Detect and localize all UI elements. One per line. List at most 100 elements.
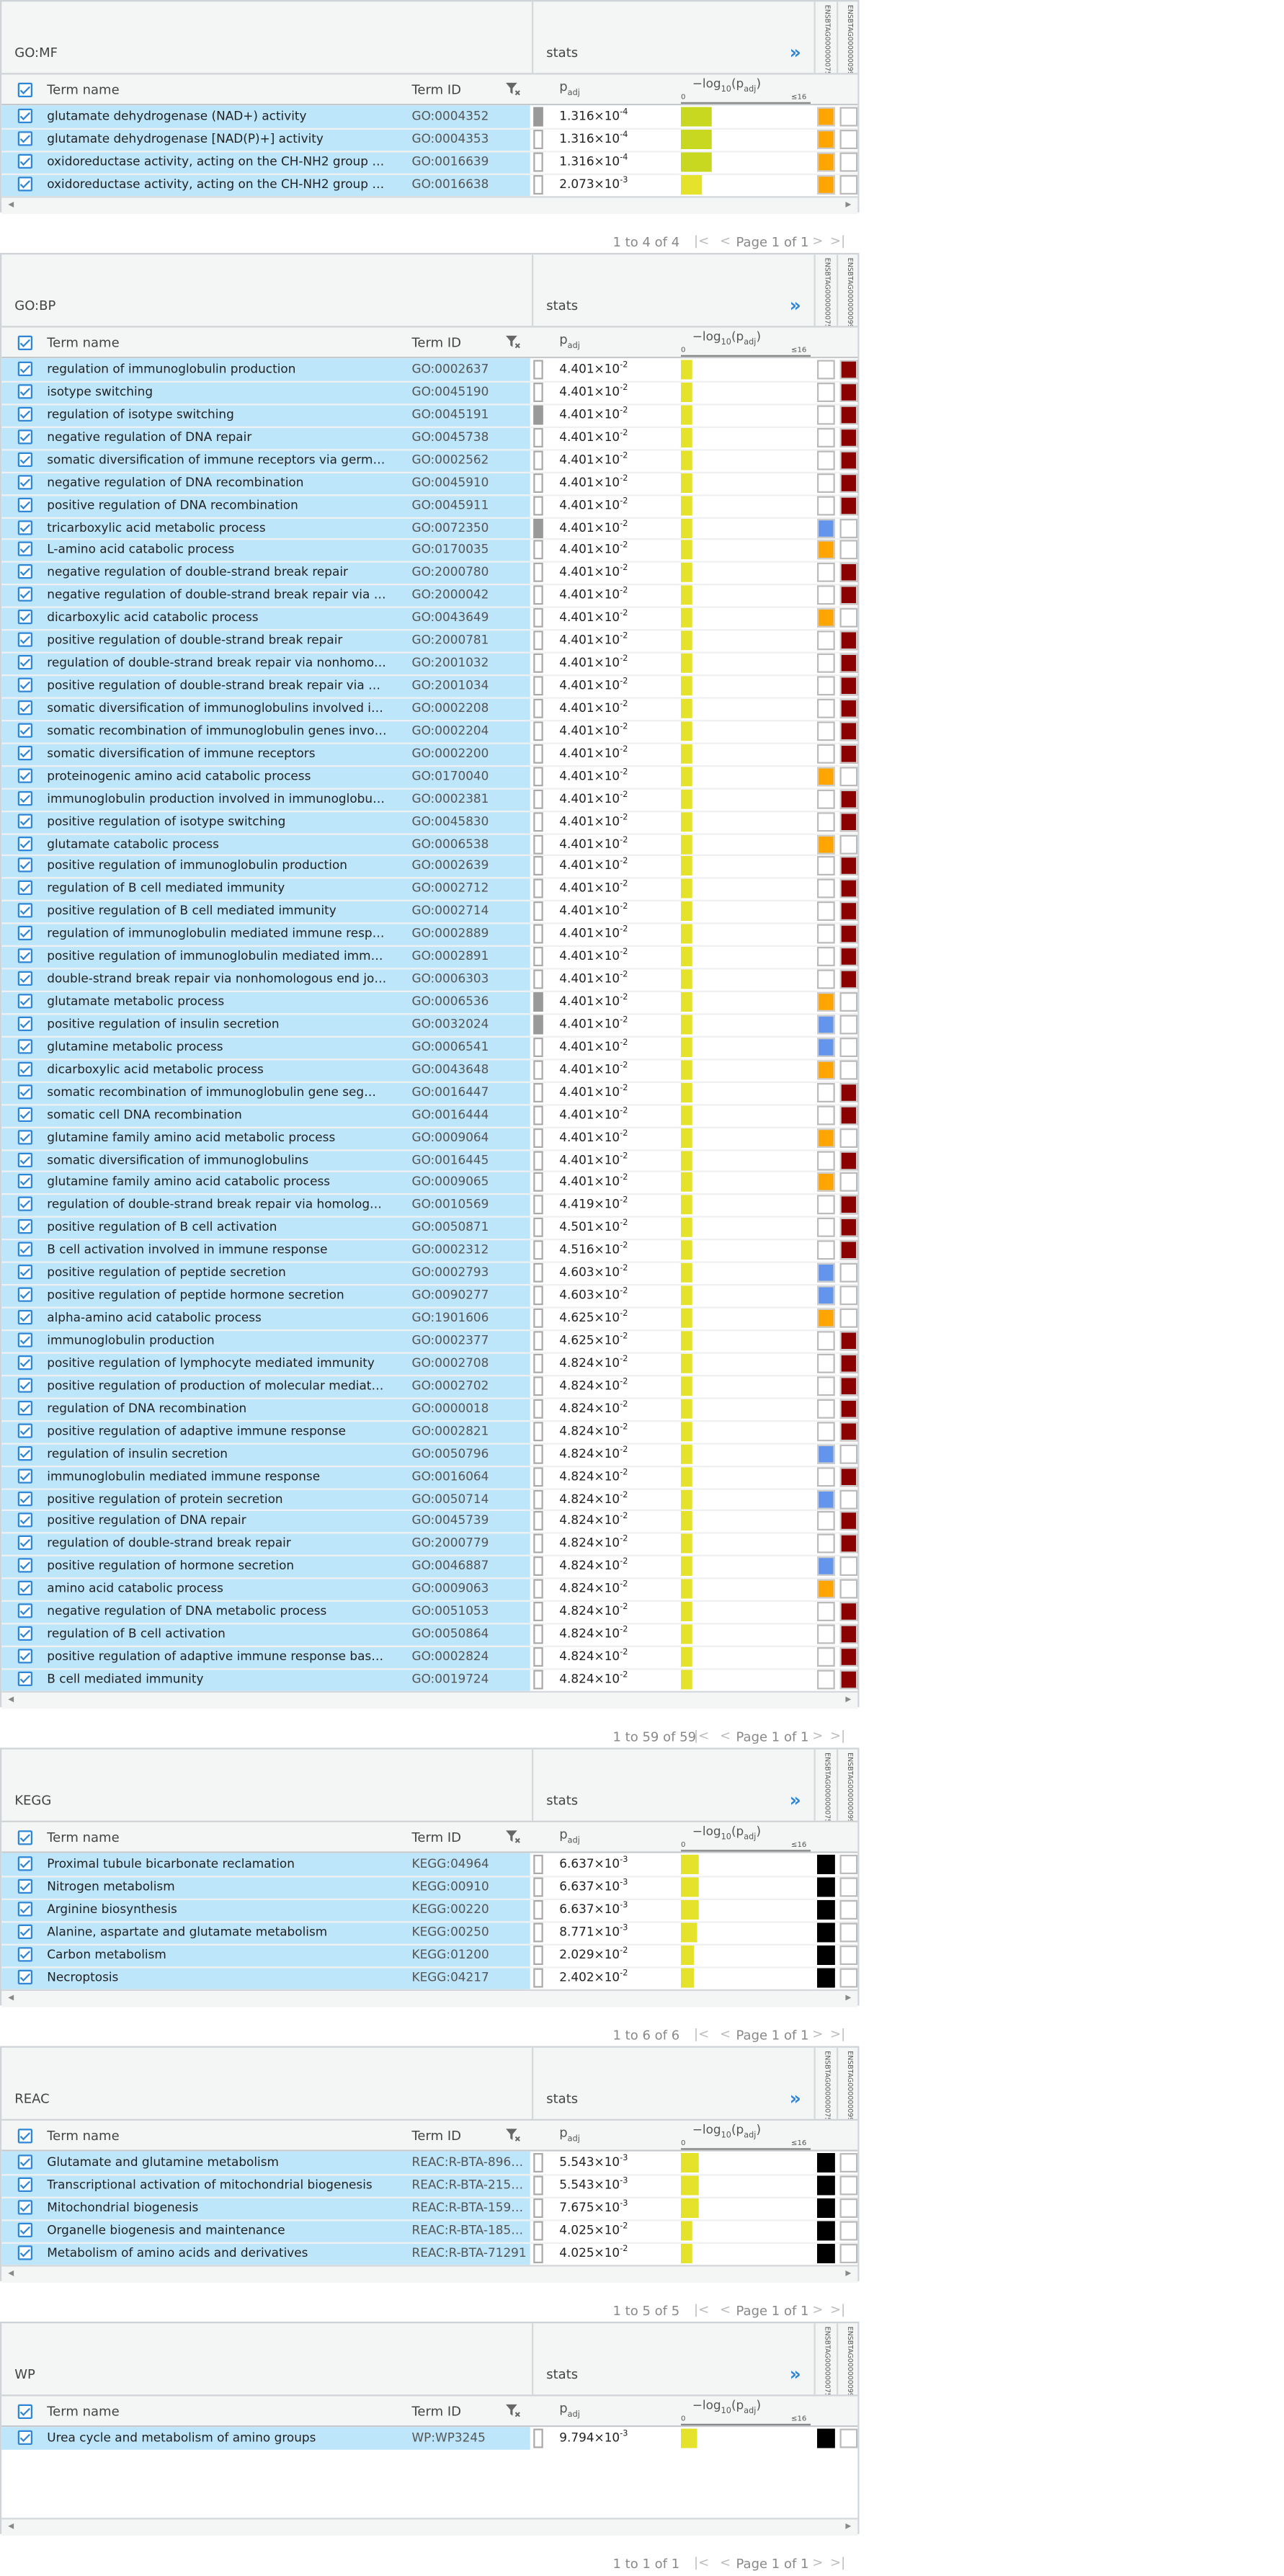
term-name[interactable]: negative regulation of double-strand bre… xyxy=(47,587,388,602)
term-name[interactable]: regulation of isotype switching xyxy=(47,406,388,421)
table-row[interactable]: somatic diversification of immune recept… xyxy=(1,742,858,765)
term-id[interactable]: GO:0002889 xyxy=(412,926,529,940)
row-checkbox[interactable] xyxy=(17,971,32,986)
first-page-icon[interactable]: |< xyxy=(694,2027,709,2041)
row-checkbox[interactable] xyxy=(17,1378,32,1393)
term-name[interactable]: regulation of double-strand break repair xyxy=(47,1536,388,1551)
term-id[interactable]: GO:2000780 xyxy=(412,565,529,579)
term-name[interactable]: positive regulation of immunoglobulin me… xyxy=(47,949,388,963)
clear-filter-icon[interactable] xyxy=(506,335,520,349)
term-id[interactable]: GO:0002639 xyxy=(412,858,529,873)
term-name[interactable]: L-amino acid catabolic process xyxy=(47,542,388,556)
term-name[interactable]: glutamate metabolic process xyxy=(47,994,388,1008)
term-name[interactable]: negative regulation of double-strand bre… xyxy=(47,565,388,579)
term-name[interactable]: Carbon metabolism xyxy=(47,1947,388,1961)
table-row[interactable]: somatic cell DNA recombination GO:0016444… xyxy=(1,1103,858,1127)
table-row[interactable]: positive regulation of hormone secretion… xyxy=(1,1555,858,1578)
row-checkbox[interactable] xyxy=(17,813,32,828)
last-page-icon[interactable]: >| xyxy=(830,233,845,248)
term-id[interactable]: REAC:R-BTA-71291 xyxy=(412,2245,529,2260)
row-checkbox[interactable] xyxy=(17,429,32,445)
term-name[interactable]: positive regulation of hormone secretion xyxy=(47,1559,388,1573)
table-row[interactable]: positive regulation of production of mol… xyxy=(1,1374,858,1398)
horizontal-scrollbar[interactable]: ◂ ▸ xyxy=(1,1989,858,2007)
double-chevron-right-icon[interactable]: » xyxy=(790,2088,801,2109)
row-checkbox[interactable] xyxy=(17,1219,32,1234)
term-id[interactable]: GO:0050796 xyxy=(412,1445,529,1460)
term-id[interactable]: GO:0002562 xyxy=(412,452,529,466)
term-id-header[interactable]: Term ID xyxy=(412,2405,462,2419)
row-checkbox[interactable] xyxy=(17,1969,32,1984)
row-checkbox[interactable] xyxy=(17,1536,32,1551)
term-id[interactable]: GO:0002702 xyxy=(412,1378,529,1392)
term-name[interactable]: positive regulation of lymphocyte mediat… xyxy=(47,1355,388,1370)
term-id[interactable]: GO:0002708 xyxy=(412,1355,529,1370)
term-name[interactable]: regulation of double-strand break repair… xyxy=(47,655,388,669)
table-row[interactable]: alpha-amino acid catabolic process GO:190… xyxy=(1,1306,858,1330)
term-name[interactable]: Mitochondrial biogenesis xyxy=(47,2200,388,2214)
table-row[interactable]: double-strand break repair via nonhomolo… xyxy=(1,968,858,991)
term-name[interactable]: glutamine metabolic process xyxy=(47,1039,388,1053)
table-row[interactable]: positive regulation of protein secretion… xyxy=(1,1487,858,1510)
term-id[interactable]: GO:0051053 xyxy=(412,1604,529,1618)
term-id[interactable]: GO:0002712 xyxy=(412,881,529,896)
clear-filter-icon[interactable] xyxy=(506,2129,520,2142)
table-row[interactable]: regulation of B cell mediated immunity GO… xyxy=(1,878,858,901)
table-row[interactable]: regulation of immunoglobulin mediated im… xyxy=(1,922,858,946)
term-name[interactable]: Necroptosis xyxy=(47,1969,388,1984)
table-row[interactable]: L-amino acid catabolic process GO:0170035… xyxy=(1,538,858,562)
row-checkbox[interactable] xyxy=(17,153,32,169)
term-id[interactable]: GO:0002377 xyxy=(412,1332,529,1347)
double-chevron-right-icon[interactable]: » xyxy=(790,295,801,316)
row-checkbox[interactable] xyxy=(17,1016,32,1031)
row-checkbox[interactable] xyxy=(17,587,32,602)
term-name[interactable]: alpha-amino acid catabolic process xyxy=(47,1310,388,1324)
table-row[interactable]: positive regulation of adaptive immune r… xyxy=(1,1420,858,1443)
row-checkbox[interactable] xyxy=(17,1581,32,1596)
table-row[interactable]: somatic diversification of immune recept… xyxy=(1,448,858,472)
term-name[interactable]: negative regulation of DNA recombination xyxy=(47,474,388,489)
term-id[interactable]: KEGG:00250 xyxy=(412,1924,529,1938)
term-id[interactable]: GO:0090277 xyxy=(412,1288,529,1302)
row-checkbox[interactable] xyxy=(17,2245,32,2260)
term-id[interactable]: GO:0006538 xyxy=(412,836,529,850)
row-checkbox[interactable] xyxy=(17,1332,32,1347)
term-name[interactable]: isotype switching xyxy=(47,384,388,398)
table-row[interactable]: somatic recombination of immunoglobulin … xyxy=(1,1081,858,1104)
select-all-checkbox[interactable] xyxy=(17,1830,32,1845)
horizontal-scrollbar[interactable]: ◂ ▸ xyxy=(1,1690,858,1709)
table-row[interactable]: dicarboxylic acid catabolic process GO:00… xyxy=(1,606,858,630)
row-checkbox[interactable] xyxy=(17,131,32,146)
row-checkbox[interactable] xyxy=(17,1422,32,1438)
term-id[interactable]: GO:0016447 xyxy=(412,1084,529,1099)
term-id[interactable]: GO:0016444 xyxy=(412,1107,529,1121)
scroll-left-icon[interactable]: ◂ xyxy=(8,1693,14,1706)
row-checkbox[interactable] xyxy=(17,655,32,670)
table-row[interactable]: Nitrogen metabolism KEGG:00910 6.637×10-3 xyxy=(1,1876,858,1899)
row-checkbox[interactable] xyxy=(17,1287,32,1303)
neglog-header[interactable]: −log10(padj) xyxy=(692,2122,761,2141)
term-name[interactable]: somatic cell DNA recombination xyxy=(47,1107,388,1121)
term-name[interactable]: glutamate catabolic process xyxy=(47,836,388,850)
row-checkbox[interactable] xyxy=(17,1129,32,1144)
row-checkbox[interactable] xyxy=(17,2154,32,2170)
table-row[interactable]: positive regulation of B cell activation… xyxy=(1,1216,858,1239)
term-id[interactable]: GO:0009063 xyxy=(412,1581,529,1595)
term-id[interactable]: GO:0000018 xyxy=(412,1400,529,1414)
term-id[interactable]: GO:0002891 xyxy=(412,949,529,963)
horizontal-scrollbar[interactable]: ◂ ▸ xyxy=(1,2265,858,2283)
row-checkbox[interactable] xyxy=(17,1355,32,1371)
last-page-icon[interactable]: >| xyxy=(830,2302,845,2317)
term-name[interactable]: B cell activation involved in immune res… xyxy=(47,1242,388,1257)
table-row[interactable]: positive regulation of isotype switching… xyxy=(1,810,858,833)
table-row[interactable]: positive regulation of adaptive immune r… xyxy=(1,1645,858,1669)
table-row[interactable]: B cell mediated immunity GO:0019724 4.824×… xyxy=(1,1668,858,1691)
table-row[interactable]: positive regulation of immunoglobulin me… xyxy=(1,945,858,968)
first-page-icon[interactable]: |< xyxy=(694,233,709,248)
row-checkbox[interactable] xyxy=(17,361,32,376)
row-checkbox[interactable] xyxy=(17,1175,32,1190)
term-id[interactable]: GO:2000042 xyxy=(412,587,529,602)
row-checkbox[interactable] xyxy=(17,2430,32,2445)
term-id[interactable]: GO:2001032 xyxy=(412,655,529,669)
term-id[interactable]: GO:0072350 xyxy=(412,520,529,534)
